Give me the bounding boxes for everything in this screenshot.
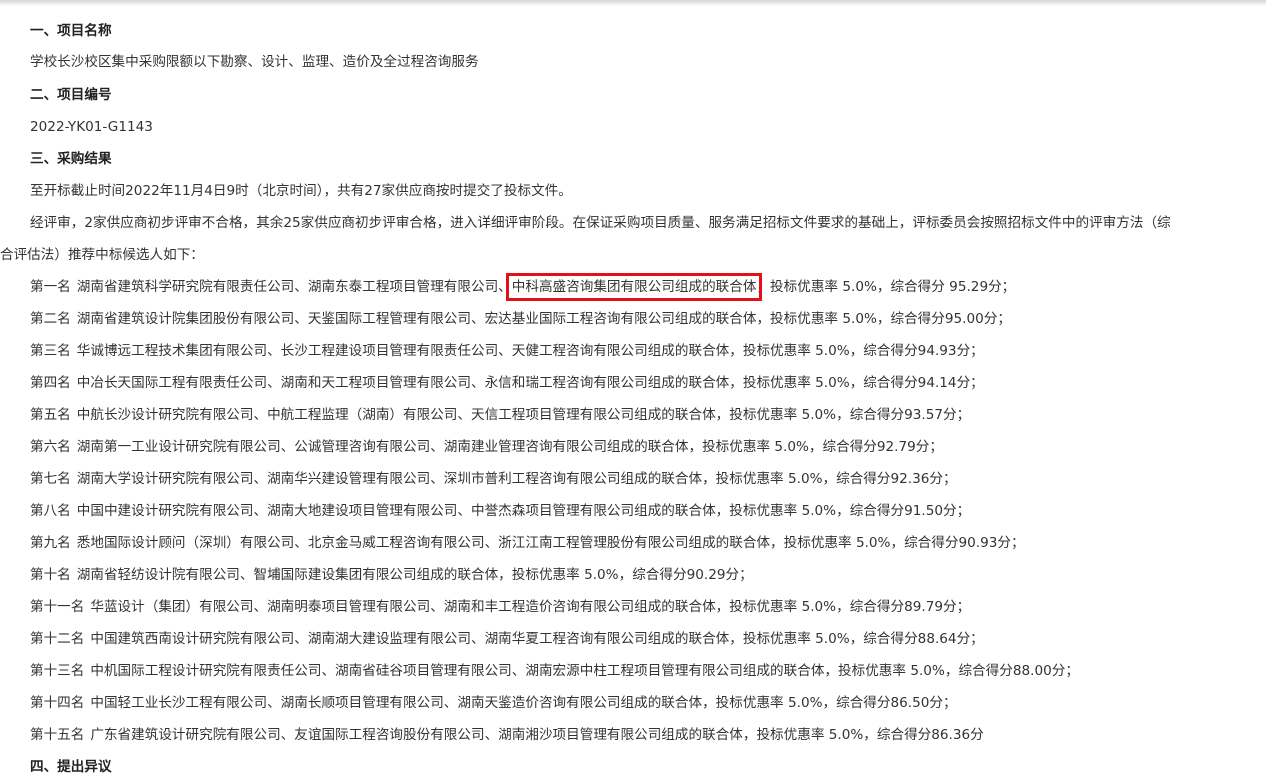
rank-label: 第九名	[30, 535, 71, 551]
project-number: 2022-YK01-G1143	[30, 119, 153, 135]
review-text-line1: 经评审，2家供应商初步评审不合格，其余25家供应商初步评审合格，进入详细评审阶段…	[30, 215, 1171, 231]
project-number-heading: 二、项目编号	[30, 87, 112, 103]
rank-label: 第二名	[30, 311, 71, 327]
ranking-row-13: 第十三名 中机国际工程设计研究院有限责任公司、湖南省硅谷项目管理有限公司、湖南宏源…	[30, 662, 1079, 680]
ranking-row-4: 第四名 中冶长天国际工程有限责任公司、湖南和天工程项目管理有限公司、永信和瑞工程咨…	[30, 374, 984, 392]
ranking-text: 中航长沙设计研究院有限公司、中航工程监理（湖南）有限公司、天信工程项目管理有限公…	[76, 407, 971, 423]
ranking-text-post: ，投标优惠率 5.0%，综合得分 95.29分；	[756, 279, 1016, 295]
rank-label: 第六名	[30, 439, 71, 455]
rank-label: 第三名	[30, 343, 71, 359]
rank-label: 第一名	[30, 279, 71, 295]
project-name-heading: 一、项目名称	[30, 23, 112, 39]
ranking-text: 湖南大学设计研究院有限公司、湖南华兴建设管理有限公司、深圳市普利工程咨询有限公司…	[76, 471, 957, 487]
ranking-text: 广东省建筑设计研究院有限公司、友谊国际工程咨询股份有限公司、湖南湘沙项目管理有限…	[90, 727, 984, 743]
rank-label: 第十四名	[30, 695, 85, 711]
review-text-line2: 合评估法）推荐中标候选人如下：	[0, 247, 204, 263]
ranking-text: 华诚博远工程技术集团有限公司、长沙工程建设项目管理有限责任公司、天健工程咨询有限…	[76, 343, 984, 359]
objection-heading: 四、提出异议	[30, 759, 112, 775]
highlighted-winner: 中科高盛咨询集团有限公司组成的联合体	[505, 273, 763, 301]
rank-label: 第十一名	[30, 599, 85, 615]
rank-label: 第十五名	[30, 727, 85, 743]
ranking-text: 华蓝设计（集团）有限公司、湖南明泰项目管理有限公司、湖南和丰工程造价咨询有限公司…	[90, 599, 971, 615]
ranking-text: 中冶长天国际工程有限责任公司、湖南和天工程项目管理有限公司、永信和瑞工程咨询有限…	[76, 375, 984, 391]
ranking-text-pre: 湖南省建筑科学研究院有限责任公司、湖南东泰工程项目管理有限公司、	[76, 279, 512, 295]
ranking-text: 中国建筑西南设计研究院有限公司、湖南湖大建设监理有限公司、湖南华夏工程咨询有限公…	[90, 631, 984, 647]
ranking-text: 湖南第一工业设计研究院有限公司、公诚管理咨询有限公司、湖南建业管理咨询有限公司组…	[76, 439, 943, 455]
ranking-row-15: 第十五名 广东省建筑设计研究院有限公司、友谊国际工程咨询股份有限公司、湖南湘沙项目…	[30, 726, 984, 744]
ranking-text: 悉地国际设计顾问（深圳）有限公司、北京金马威工程咨询有限公司、浙江江南工程管理股…	[76, 535, 1025, 551]
result-heading: 三、采购结果	[30, 151, 112, 167]
rank-label: 第五名	[30, 407, 71, 423]
ranking-text: 中国轻工业长沙工程有限公司、湖南长顺项目管理有限公司、湖南天鉴造价咨询有限公司组…	[90, 695, 957, 711]
ranking-text: 中国中建设计研究院有限公司、湖南大地建设项目管理有限公司、中誉杰森项目管理有限公…	[76, 503, 971, 519]
rank-label: 第七名	[30, 471, 71, 487]
rank-label: 第十二名	[30, 631, 85, 647]
ranking-row-1: 第一名 湖南省建筑科学研究院有限责任公司、湖南东泰工程项目管理有限公司、中科高盛咨…	[30, 273, 1016, 301]
ranking-row-14: 第十四名 中国轻工业长沙工程有限公司、湖南长顺项目管理有限公司、湖南天鉴造价咨询有…	[30, 694, 957, 712]
ranking-row-10: 第十名 湖南省轻纺设计院有限公司、智埔国际建设集团有限公司组成的联合体，投标优惠率…	[30, 566, 753, 584]
ranking-row-9: 第九名 悉地国际设计顾问（深圳）有限公司、北京金马威工程咨询有限公司、浙江江南工程…	[30, 534, 1025, 552]
deadline-text: 至开标截止时间2022年11月4日9时（北京时间），共有27家供应商按时提交了投…	[30, 183, 572, 199]
ranking-text: 湖南省轻纺设计院有限公司、智埔国际建设集团有限公司组成的联合体，投标优惠率 5.…	[76, 567, 753, 583]
ranking-row-12: 第十二名 中国建筑西南设计研究院有限公司、湖南湖大建设监理有限公司、湖南华夏工程咨…	[30, 630, 984, 648]
ranking-text: 湖南省建筑设计院集团股份有限公司、天鉴国际工程管理有限公司、宏达基业国际工程咨询…	[76, 311, 1011, 327]
rank-label: 第十名	[30, 567, 71, 583]
ranking-text: 中机国际工程设计研究院有限责任公司、湖南省硅谷项目管理有限公司、湖南宏源中柱工程…	[90, 663, 1079, 679]
project-name: 学校长沙校区集中采购限额以下勘察、设计、监理、造价及全过程咨询服务	[30, 54, 479, 70]
ranking-row-6: 第六名 湖南第一工业设计研究院有限公司、公诚管理咨询有限公司、湖南建业管理咨询有限…	[30, 438, 943, 456]
rank-label: 第八名	[30, 503, 71, 519]
ranking-row-5: 第五名 中航长沙设计研究院有限公司、中航工程监理（湖南）有限公司、天信工程项目管理…	[30, 406, 970, 424]
ranking-row-3: 第三名 华诚博远工程技术集团有限公司、长沙工程建设项目管理有限责任公司、天健工程咨…	[30, 342, 984, 360]
ranking-row-11: 第十一名 华蓝设计（集团）有限公司、湖南明泰项目管理有限公司、湖南和丰工程造价咨询…	[30, 598, 970, 616]
top-shadow-divider	[0, 0, 1266, 6]
rank-label: 第四名	[30, 375, 71, 391]
ranking-row-7: 第七名 湖南大学设计研究院有限公司、湖南华兴建设管理有限公司、深圳市普利工程咨询有…	[30, 470, 957, 488]
rank-label: 第十三名	[30, 663, 85, 679]
document-page: 一、项目名称 学校长沙校区集中采购限额以下勘察、设计、监理、造价及全过程咨询服务…	[0, 0, 1266, 775]
ranking-row-2: 第二名 湖南省建筑设计院集团股份有限公司、天鉴国际工程管理有限公司、宏达基业国际工…	[30, 310, 1011, 328]
ranking-row-8: 第八名 中国中建设计研究院有限公司、湖南大地建设项目管理有限公司、中誉杰森项目管理…	[30, 502, 970, 520]
